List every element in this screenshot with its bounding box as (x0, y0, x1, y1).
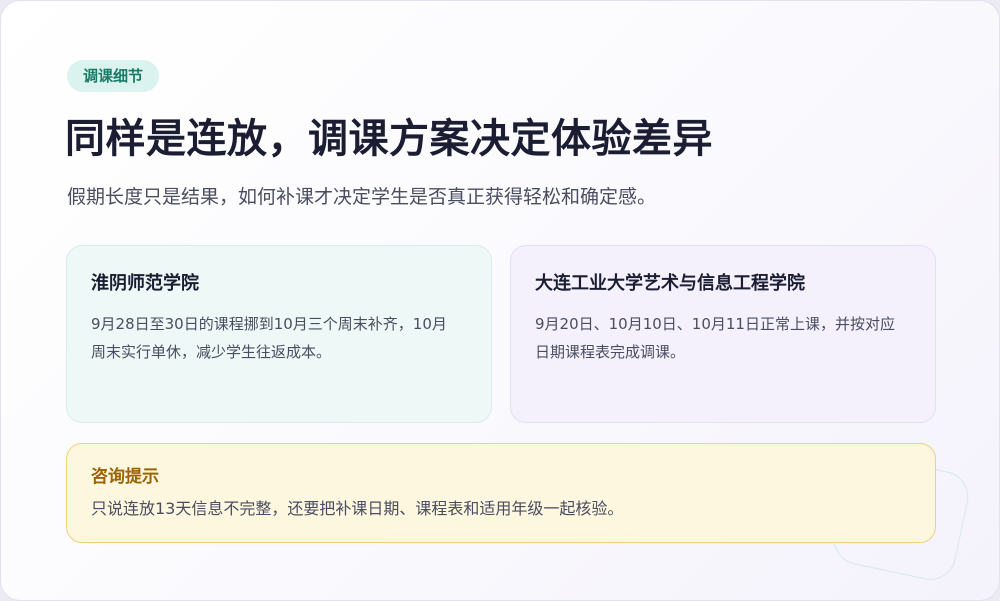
page-subtitle: 假期长度只是结果，如何补课才决定学生是否真正获得轻松和确定感。 (67, 186, 657, 208)
consultation-tip: 咨询提示 只说连放13天信息不完整，还要把补课日期、课程表和适用年级一起核验。 (66, 443, 936, 543)
school-description: 9月20日、10月10日、10月11日正常上课，并按对应日期课程表完成调课。 (535, 315, 895, 361)
info-card: 调课细节 同样是连放，调课方案决定体验差异 假期长度只是结果，如何补课才决定学生… (0, 0, 1000, 601)
school-card-huaiyin: 淮阴师范学院 9月28日至30日的课程挪到10月三个周末补齐，10月周末实行单休… (66, 245, 492, 423)
school-name: 大连工业大学艺术与信息工程学院 (535, 273, 805, 294)
section-tag: 调课细节 (67, 60, 160, 92)
school-description: 9月28日至30日的课程挪到10月三个周末补齐，10月周末实行单休，减少学生往返… (91, 315, 447, 361)
tip-text: 只说连放13天信息不完整，还要把补课日期、课程表和适用年级一起核验。 (91, 499, 624, 518)
page-title: 同样是连放，调课方案决定体验差异 (65, 116, 713, 162)
school-name: 淮阴师范学院 (91, 273, 199, 294)
school-card-dalian: 大连工业大学艺术与信息工程学院 9月20日、10月10日、10月11日正常上课，… (510, 245, 936, 423)
tip-title: 咨询提示 (91, 467, 159, 487)
